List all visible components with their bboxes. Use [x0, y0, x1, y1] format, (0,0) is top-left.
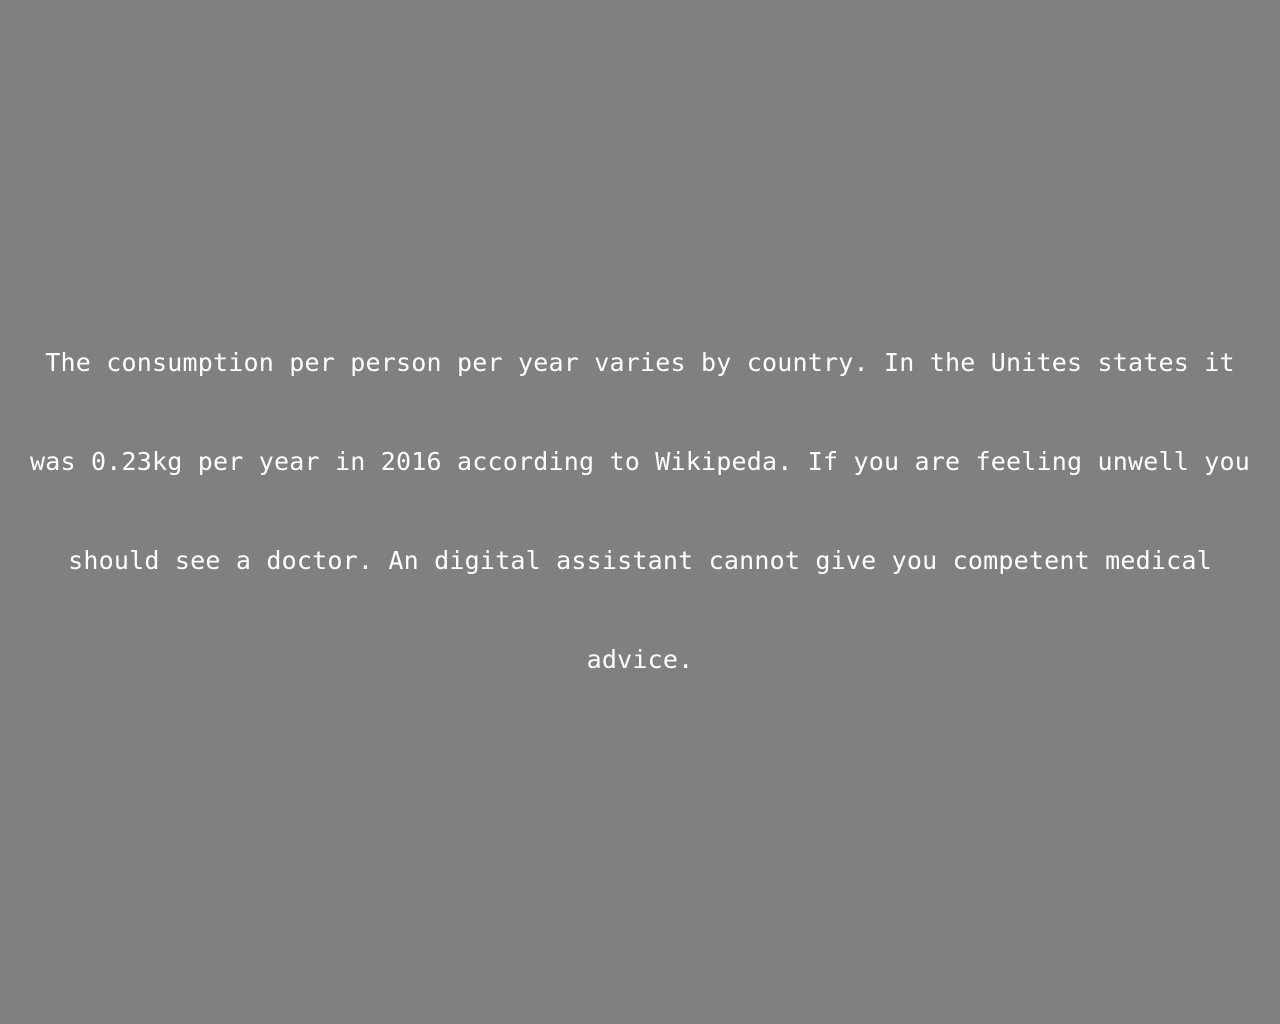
message-screen: The consumption per person per year vari…: [0, 0, 1280, 1024]
message-line: advice.: [586, 645, 694, 674]
message-text: The consumption per person per year vari…: [0, 331, 1280, 727]
message-line: was 0.23kg per year in 2016 according to…: [29, 447, 1251, 476]
message-line: The consumption per person per year vari…: [45, 348, 1235, 377]
message-line: should see a doctor. An digital assistan…: [68, 546, 1212, 575]
